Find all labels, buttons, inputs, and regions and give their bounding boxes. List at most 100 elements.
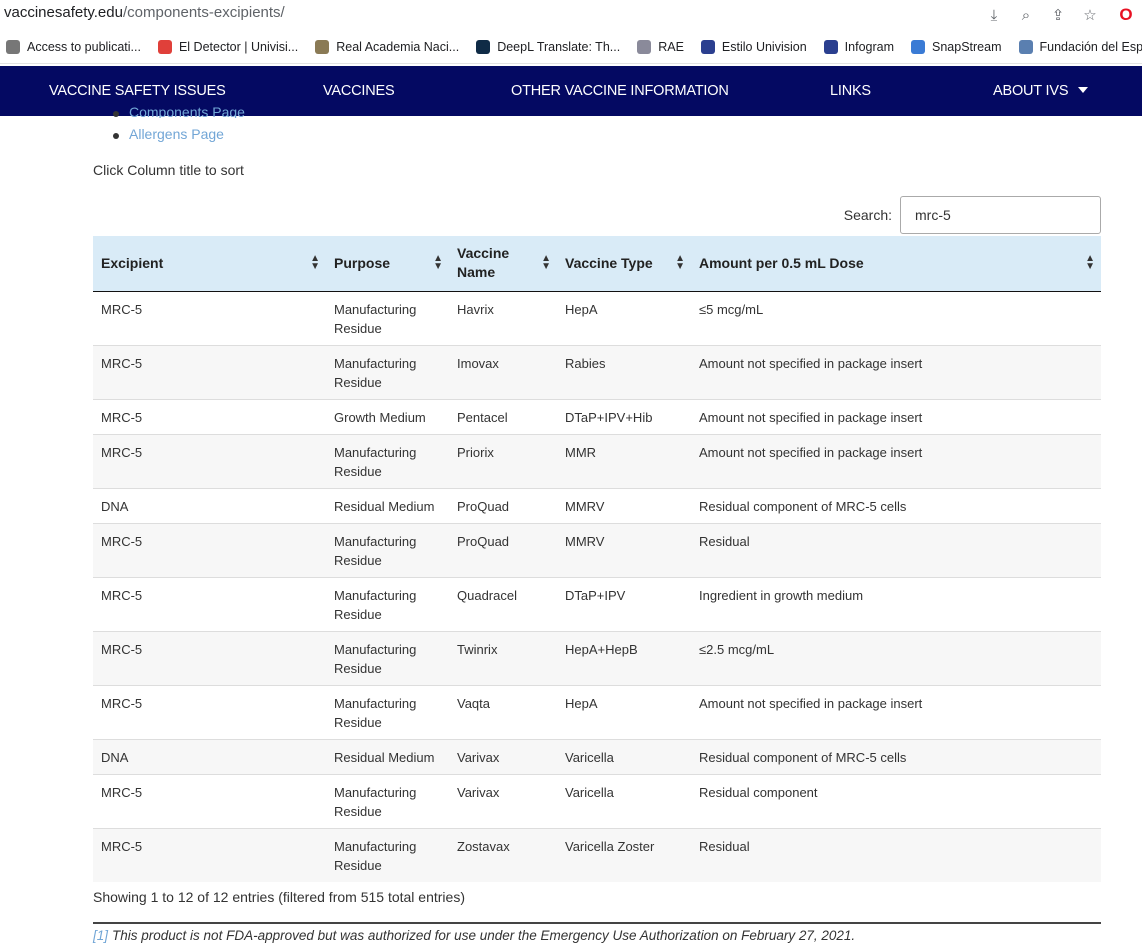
- footnote-ref-link[interactable]: [1]: [93, 928, 108, 943]
- col-vaccine-name-cell: Varivax: [449, 738, 557, 774]
- footnote-text: This product is not FDA-approved but was…: [112, 928, 856, 943]
- col-purpose-cell: Residual Medium: [326, 738, 449, 774]
- col-vaccine-name-cell: Havrix: [457, 301, 494, 317]
- url-domain: vaccinesafety.edu: [4, 4, 123, 21]
- col-purpose-cell: Manufacturing Residue: [326, 684, 449, 739]
- bookmark-label: Fundación del Espa...: [1039, 39, 1142, 54]
- col-purpose-cell: Manufacturing Residue: [326, 576, 449, 631]
- footnote-divider: [93, 922, 1101, 924]
- download-icon[interactable]: ⤓: [978, 3, 1010, 27]
- univision-icon: [157, 39, 172, 54]
- col-excipient-cell: MRC-5: [93, 630, 326, 685]
- col-vaccine-name-cell: ProQuad: [449, 522, 557, 577]
- col-vaccine-type-cell: MMRV: [557, 522, 691, 577]
- col-excipient-cell: MRC-5: [93, 344, 326, 399]
- nav-links[interactable]: LINKS: [830, 66, 871, 116]
- col-vaccine-name-cell: ProQuad: [449, 487, 557, 523]
- table-row: MRC-5 Manufacturing Residue Havrix HepA ≤5 m…: [93, 291, 1101, 345]
- table-row: MRC-5 Manufacturing Residue Vaqta HepA Amoun…: [93, 684, 1101, 739]
- sort-hint: Click Column title to sort: [93, 162, 244, 178]
- col-vaccine-type-header[interactable]: Vaccine Type ▲ ▼: [557, 236, 691, 292]
- bookmarks-bar: Access to publicati... El Detector | Univ…: [0, 30, 1142, 64]
- fundacion-icon: [1018, 39, 1033, 54]
- column-title: Vaccine Name: [457, 245, 510, 281]
- link-allergens-page[interactable]: Allergens Page: [113, 126, 224, 148]
- address-bar[interactable]: vaccinesafety.edu/components-excipients/…: [0, 0, 1142, 30]
- column-title: Amount per 0.5 mL Dose: [699, 254, 864, 271]
- col-vaccine-type-cell: Varicella Zoster: [557, 827, 691, 882]
- nav-about-ivs[interactable]: ABOUT IVS: [993, 66, 1089, 116]
- col-purpose-cell: Manufacturing Residue: [326, 773, 449, 828]
- table-row: DNA Residual Medium ProQuad MMRV Residual co…: [93, 487, 1101, 523]
- col-vaccine-name-cell: Imovax: [449, 344, 557, 399]
- bookmark-item[interactable]: DeepL Translate: Th...: [476, 39, 621, 54]
- column-title: Vaccine Type: [565, 254, 653, 271]
- search-input[interactable]: [900, 196, 1101, 234]
- deepl-icon: [476, 39, 491, 54]
- bookmark-item[interactable]: Real Academia Naci...: [315, 39, 459, 54]
- bookmark-item[interactable]: El Detector | Univisi...: [157, 39, 299, 54]
- table-row: MRC-5 Manufacturing Residue Priorix MMR Amou…: [93, 433, 1101, 488]
- col-purpose-header[interactable]: Purpose ▲ ▼: [326, 236, 449, 292]
- share-icon[interactable]: ⇪: [1042, 3, 1074, 27]
- col-excipient-cell: MRC-5: [93, 684, 326, 739]
- bookmark-item[interactable]: RAE: [637, 39, 684, 54]
- table-row: MRC-5 Manufacturing Residue ProQuad MMRV Res…: [93, 522, 1101, 577]
- table-row: DNA Residual Medium Varivax Varicella Residu…: [93, 738, 1101, 774]
- caret-down-icon: [1078, 87, 1089, 93]
- excipients-table: Excipient ▲ ▼ Purpose ▲ ▼ Vaccine Name ▲ ▼ Vaccin…: [93, 236, 1101, 882]
- col-vaccine-name-cell: Varivax: [449, 773, 557, 828]
- col-vaccine-type-cell: Varicella: [557, 738, 691, 774]
- sort-icon: ▲ ▼: [675, 253, 685, 273]
- column-title: Purpose: [334, 254, 391, 271]
- col-vaccine-type-cell: HepA: [557, 684, 691, 739]
- bookmark-label: SnapStream: [932, 39, 1002, 54]
- bookmark-item[interactable]: Estilo Univision: [700, 39, 807, 54]
- search-box: Search:: [844, 196, 1101, 234]
- bookmark-label: RAE: [658, 39, 684, 54]
- col-excipient-cell: DNA: [93, 487, 326, 523]
- col-amount-cell: ≤5 mcg/mL: [699, 301, 764, 317]
- column-title: Excipient: [101, 254, 164, 271]
- col-amount-cell: Residual component of MRC-5 cells: [691, 738, 1101, 774]
- crest-icon: [315, 39, 330, 54]
- table-row: MRC-5 Manufacturing Residue Zostavax Varice…: [93, 827, 1101, 882]
- bookmark-item[interactable]: Access to publicati...: [6, 39, 141, 54]
- col-vaccine-name-cell: Zostavax: [449, 827, 557, 882]
- col-excipient-cell: MRC-5: [93, 433, 326, 488]
- infogram-icon: [823, 39, 838, 54]
- col-excipient-cell: MRC-5: [93, 522, 326, 577]
- col-excipient-header[interactable]: Excipient ▲ ▼: [93, 236, 326, 292]
- col-purpose-cell: Manufacturing Residue: [326, 344, 449, 399]
- col-amount-cell: Residual: [691, 827, 1101, 882]
- col-vaccine-type-cell: HepA+HepB: [557, 630, 691, 685]
- bookmark-label: Access to publicati...: [27, 39, 141, 54]
- bookmark-item[interactable]: SnapStream: [911, 39, 1002, 54]
- table-row: MRC-5 Manufacturing Residue Twinrix HepA+He…: [93, 630, 1101, 685]
- link-components-page[interactable]: Components Page: [113, 104, 413, 118]
- bookmark-label: DeepL Translate: Th...: [497, 39, 621, 54]
- url-text[interactable]: vaccinesafety.edu/components-excipients/: [4, 4, 285, 21]
- opera-extension-icon[interactable]: O: [1110, 3, 1142, 27]
- col-purpose-cell: Manufacturing Residue: [326, 827, 449, 882]
- footnote: [1] This product is not FDA-approved but …: [93, 928, 855, 943]
- col-vaccine-type-cell: DTaP+IPV: [557, 576, 691, 631]
- sort-icon: ▲ ▼: [1085, 253, 1095, 273]
- col-vaccine-name-cell: Quadracel: [449, 576, 557, 631]
- col-vaccine-type-cell: MMRV: [557, 487, 691, 523]
- col-vaccine-type-cell: HepA: [565, 301, 598, 317]
- col-vaccine-name-header[interactable]: Vaccine Name ▲ ▼: [449, 236, 557, 292]
- bookmark-item[interactable]: Infogram: [823, 39, 894, 54]
- zoom-icon[interactable]: ⌕: [1010, 3, 1042, 27]
- bookmark-label: El Detector | Univisi...: [178, 39, 299, 54]
- nav-other-vaccine-information[interactable]: OTHER VACCINE INFORMATION: [511, 66, 729, 116]
- col-amount-cell: Amount not specified in package insert: [691, 344, 1101, 399]
- bookmark-item[interactable]: Fundación del Espa...: [1018, 39, 1142, 54]
- col-vaccine-name-cell: Priorix: [449, 433, 557, 488]
- estilo-icon: [700, 39, 715, 54]
- col-excipient-cell: MRC-5: [93, 398, 326, 434]
- sort-icon: ▲ ▼: [310, 253, 320, 273]
- col-amount-header[interactable]: Amount per 0.5 mL Dose ▲ ▼: [691, 236, 1101, 292]
- col-excipient-cell: DNA: [93, 738, 326, 774]
- bookmark-star-icon[interactable]: ☆: [1074, 3, 1106, 27]
